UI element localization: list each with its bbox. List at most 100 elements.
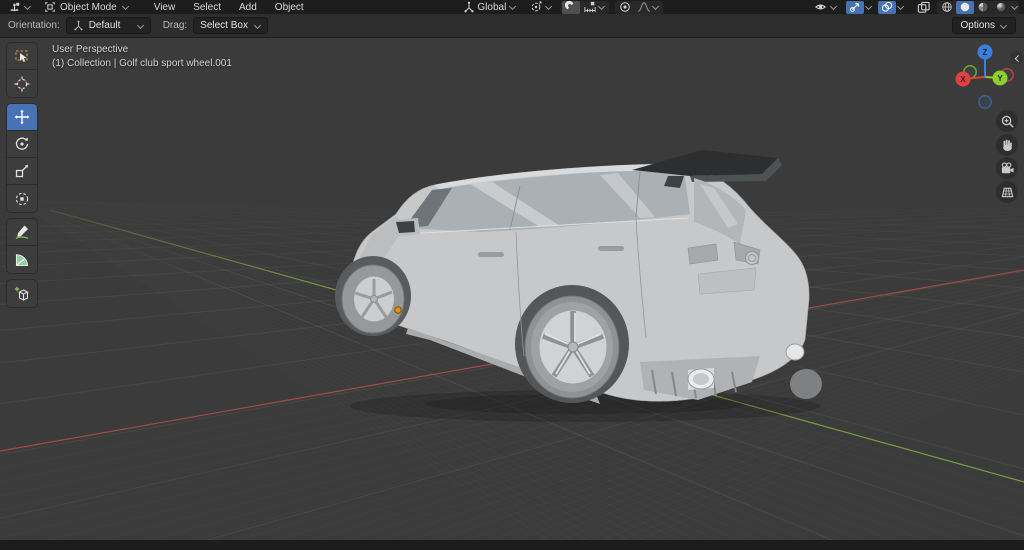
pan-hand-icon (1003, 139, 1012, 151)
tool-select-box[interactable] (7, 43, 37, 70)
tool-rotate[interactable] (7, 131, 37, 158)
menu-view[interactable]: View (145, 1, 185, 14)
shading-solid-icon (960, 2, 970, 12)
chevron-down-icon (23, 3, 31, 11)
show-overlays-toggle[interactable] (877, 0, 896, 14)
mode-label: Object Mode (60, 1, 117, 13)
falloff-curve-icon (638, 2, 651, 12)
chevron-down-icon[interactable] (864, 3, 872, 11)
pan-button[interactable] (996, 134, 1018, 156)
snap-target-selector[interactable] (580, 1, 608, 14)
toolbar (7, 43, 37, 314)
transform-orientation-selector[interactable]: Global (460, 1, 519, 14)
orientation-dropdown[interactable]: Default (65, 17, 151, 34)
tool-add-cube[interactable] (7, 280, 37, 307)
select-box-icon (15, 50, 28, 62)
show-gizmos-icon (850, 2, 860, 12)
active-object-breadcrumb: (1) Collection | Golf club sport wheel.0… (52, 58, 232, 69)
show-overlays-icon (881, 1, 893, 12)
axis-minus-y-ball[interactable] (963, 65, 977, 79)
chevron-down-icon (508, 3, 516, 11)
options-button[interactable]: Options (951, 17, 1016, 34)
tool-cursor[interactable] (7, 70, 37, 97)
menu-bar: View Select Add Object (145, 1, 313, 14)
3d-viewport-canvas[interactable]: User Perspective (1) Collection | Golf c… (0, 38, 1024, 545)
xray-toggle-icon (917, 1, 930, 13)
3d-viewport-editor-icon (10, 2, 20, 11)
snap-toggle[interactable] (562, 0, 581, 14)
shading-rendered-button[interactable] (992, 1, 1010, 14)
proportional-editing-toggle[interactable] (616, 1, 634, 14)
pivot-point-selector[interactable] (527, 1, 555, 14)
orientation-value: Global (477, 1, 507, 13)
x-axis-line (0, 269, 1024, 452)
y-axis-line (49, 209, 1024, 483)
shading-material-button[interactable] (974, 1, 992, 14)
chevron-down-icon (829, 3, 837, 11)
view-perspective-label: User Perspective (52, 44, 129, 55)
xray-toggle[interactable] (914, 1, 933, 14)
car-model (335, 150, 822, 422)
shading-mode-group (936, 0, 1019, 14)
axis-y-ball[interactable] (992, 70, 1008, 86)
object-origin-dot (394, 306, 402, 314)
falloff-selector[interactable] (634, 1, 662, 14)
transform-orientation-icon (464, 1, 474, 13)
toggle-projection-button[interactable] (996, 181, 1018, 203)
shading-rendered-icon (996, 2, 1006, 12)
menu-add[interactable]: Add (230, 1, 266, 14)
axis-z-ball[interactable] (977, 44, 993, 60)
horizon-fade (0, 38, 1024, 298)
editor-type-button[interactable] (5, 1, 34, 14)
mode-selector[interactable]: Object Mode (40, 1, 133, 14)
viewport-header: Object Mode View Select Add Object Globa… (0, 0, 1024, 14)
axis-y-label: Y (997, 74, 1003, 83)
chevron-down-icon[interactable] (896, 3, 904, 11)
navigation-axis-gizmo[interactable]: X Y Z (950, 42, 1020, 112)
proportional-editing-icon (620, 2, 631, 12)
scale-tool-icon (15, 164, 28, 178)
tool-transform[interactable] (7, 185, 37, 212)
shading-wireframe-button[interactable] (938, 1, 956, 14)
transform-controls: Global (460, 0, 664, 14)
proportional-group (615, 0, 664, 14)
camera-view-icon (1001, 161, 1014, 173)
chevron-down-icon (253, 22, 261, 30)
tool-scale[interactable] (7, 158, 37, 185)
chevron-down-icon (999, 22, 1007, 30)
tool-measure[interactable] (7, 246, 37, 273)
axis-minus-z-ball[interactable] (978, 95, 992, 109)
zoom-icon (1001, 115, 1014, 128)
options-label: Options (960, 20, 995, 31)
chevron-down-icon (597, 3, 605, 11)
axis-minus-x-ball[interactable] (1000, 68, 1014, 82)
3d-cursor-icon (14, 76, 30, 91)
sidebar-toggle-button[interactable] (1010, 51, 1023, 64)
chevron-down-icon (544, 3, 552, 11)
shading-material-icon (978, 2, 988, 12)
chevron-down-icon[interactable] (1010, 3, 1018, 11)
show-gizmos-toggle[interactable] (845, 0, 864, 14)
snap-magnet-icon (565, 1, 574, 10)
chevron-down-icon (121, 3, 129, 11)
rotate-tool-icon (15, 137, 29, 150)
axis-x-ball[interactable] (955, 71, 971, 87)
measure-protractor-icon (15, 253, 29, 266)
camera-view-button[interactable] (996, 157, 1018, 179)
menu-object[interactable]: Object (266, 1, 313, 14)
tool-move[interactable] (7, 104, 37, 131)
shading-solid-button[interactable] (955, 0, 974, 14)
tool-annotate[interactable] (7, 219, 37, 246)
chevron-down-icon (651, 3, 659, 11)
shading-wireframe-icon (942, 2, 952, 12)
editor-edge[interactable] (0, 540, 1024, 545)
object-visibility-selector[interactable] (811, 1, 840, 14)
transform-tool-icon (15, 192, 29, 205)
drag-dropdown-value: Select Box (200, 20, 248, 31)
chevron-left-icon (1013, 54, 1021, 62)
toggle-projection-icon (1001, 187, 1013, 197)
blender-window: Object Mode View Select Add Object Globa… (0, 0, 1024, 550)
drag-dropdown[interactable]: Select Box (193, 17, 268, 34)
zoom-button[interactable] (996, 110, 1018, 132)
menu-select[interactable]: Select (184, 1, 230, 14)
